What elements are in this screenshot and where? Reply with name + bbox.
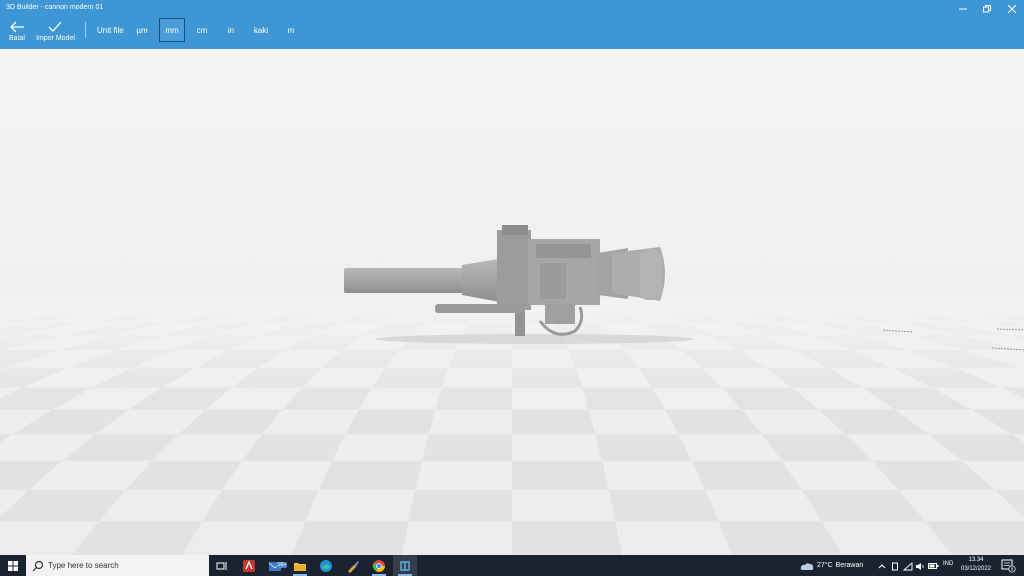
start-button[interactable] [0, 555, 25, 576]
show-hidden-icons-button[interactable] [876, 560, 888, 572]
scene-canvas [0, 49, 1024, 555]
tray-usb-button[interactable] [889, 560, 901, 572]
task-view-button[interactable] [210, 555, 234, 576]
taskbar-search-box[interactable]: Type here to search [26, 555, 209, 576]
app-header: 3D Builder - cannon modern 01 Batal Impo… [0, 0, 1024, 49]
tray-battery-button[interactable] [927, 560, 939, 572]
import-label: Impor Model [36, 35, 75, 42]
task-view-icon [216, 561, 227, 570]
restore-icon [983, 5, 991, 13]
taskbar: Type here to search 99+ 27°C Berawan IND… [0, 555, 1024, 576]
unit-kaki-button[interactable]: kaki [248, 18, 274, 42]
chevron-up-icon [878, 564, 886, 569]
brush-icon [348, 560, 359, 573]
input-language-indicator[interactable]: IND [943, 561, 953, 567]
wifi-icon [903, 561, 913, 570]
tray-volume-button[interactable] [914, 560, 926, 572]
3d-builder-icon [400, 560, 410, 571]
taskbar-app-red[interactable] [237, 555, 261, 576]
3d-viewport[interactable] [0, 49, 1024, 555]
folder-icon [294, 562, 306, 571]
taskbar-app-mail[interactable]: 99+ [264, 555, 288, 576]
taskbar-clock[interactable]: 13.34 03/12/2022 [958, 556, 994, 574]
weather-temperature: 27°C [817, 562, 833, 569]
weather-description: Berawan [835, 562, 864, 569]
taskbar-app-3d-builder[interactable] [393, 555, 417, 576]
back-label: Batal [9, 35, 25, 42]
clock-time: 13.34 [968, 557, 984, 563]
taskbar-app-file-explorer[interactable] [288, 555, 312, 576]
back-button[interactable]: Batal [9, 20, 25, 42]
windows-logo-icon [7, 560, 18, 571]
tray-network-button[interactable] [902, 560, 914, 572]
close-icon [1008, 5, 1016, 13]
unit-m-button[interactable]: m [278, 18, 304, 42]
red-app-icon [243, 559, 255, 572]
unit-label: Unit file [97, 26, 124, 35]
search-placeholder: Type here to search [48, 561, 119, 570]
chrome-browser-icon [372, 559, 385, 572]
unit-mm-button[interactable]: mm [159, 18, 185, 42]
weather-widget[interactable]: 27°C Berawan [800, 555, 863, 576]
import-model-button[interactable]: Impor Model [36, 20, 75, 42]
taskbar-app-paint[interactable] [341, 555, 365, 576]
toolbar-separator [85, 22, 86, 38]
model-shadow [375, 334, 695, 344]
minimize-icon [959, 8, 967, 10]
notification-center-button[interactable]: 9 [1000, 558, 1016, 573]
mail-badge: 99+ [277, 562, 288, 568]
unit-um-button[interactable]: µm [129, 18, 155, 42]
search-icon [32, 560, 44, 571]
arrow-left-icon [10, 21, 24, 33]
taskbar-app-chrome[interactable] [367, 555, 391, 576]
unit-in-button[interactable]: in [218, 18, 244, 42]
cloud-icon [800, 562, 814, 570]
edge-browser-icon [320, 559, 332, 572]
unit-cm-button[interactable]: cm [189, 18, 215, 42]
close-button[interactable] [1001, 2, 1023, 16]
speaker-icon [916, 562, 924, 570]
restore-button[interactable] [976, 2, 998, 16]
notification-icon: 9 [1001, 559, 1016, 573]
usb-device-icon [892, 562, 898, 570]
checkmark-icon [48, 21, 62, 32]
window-title: 3D Builder - cannon modern 01 [6, 4, 104, 11]
taskbar-app-edge[interactable] [314, 555, 338, 576]
minimize-button[interactable] [952, 2, 974, 16]
clock-date: 03/12/2022 [960, 566, 992, 572]
battery-icon [927, 563, 938, 569]
